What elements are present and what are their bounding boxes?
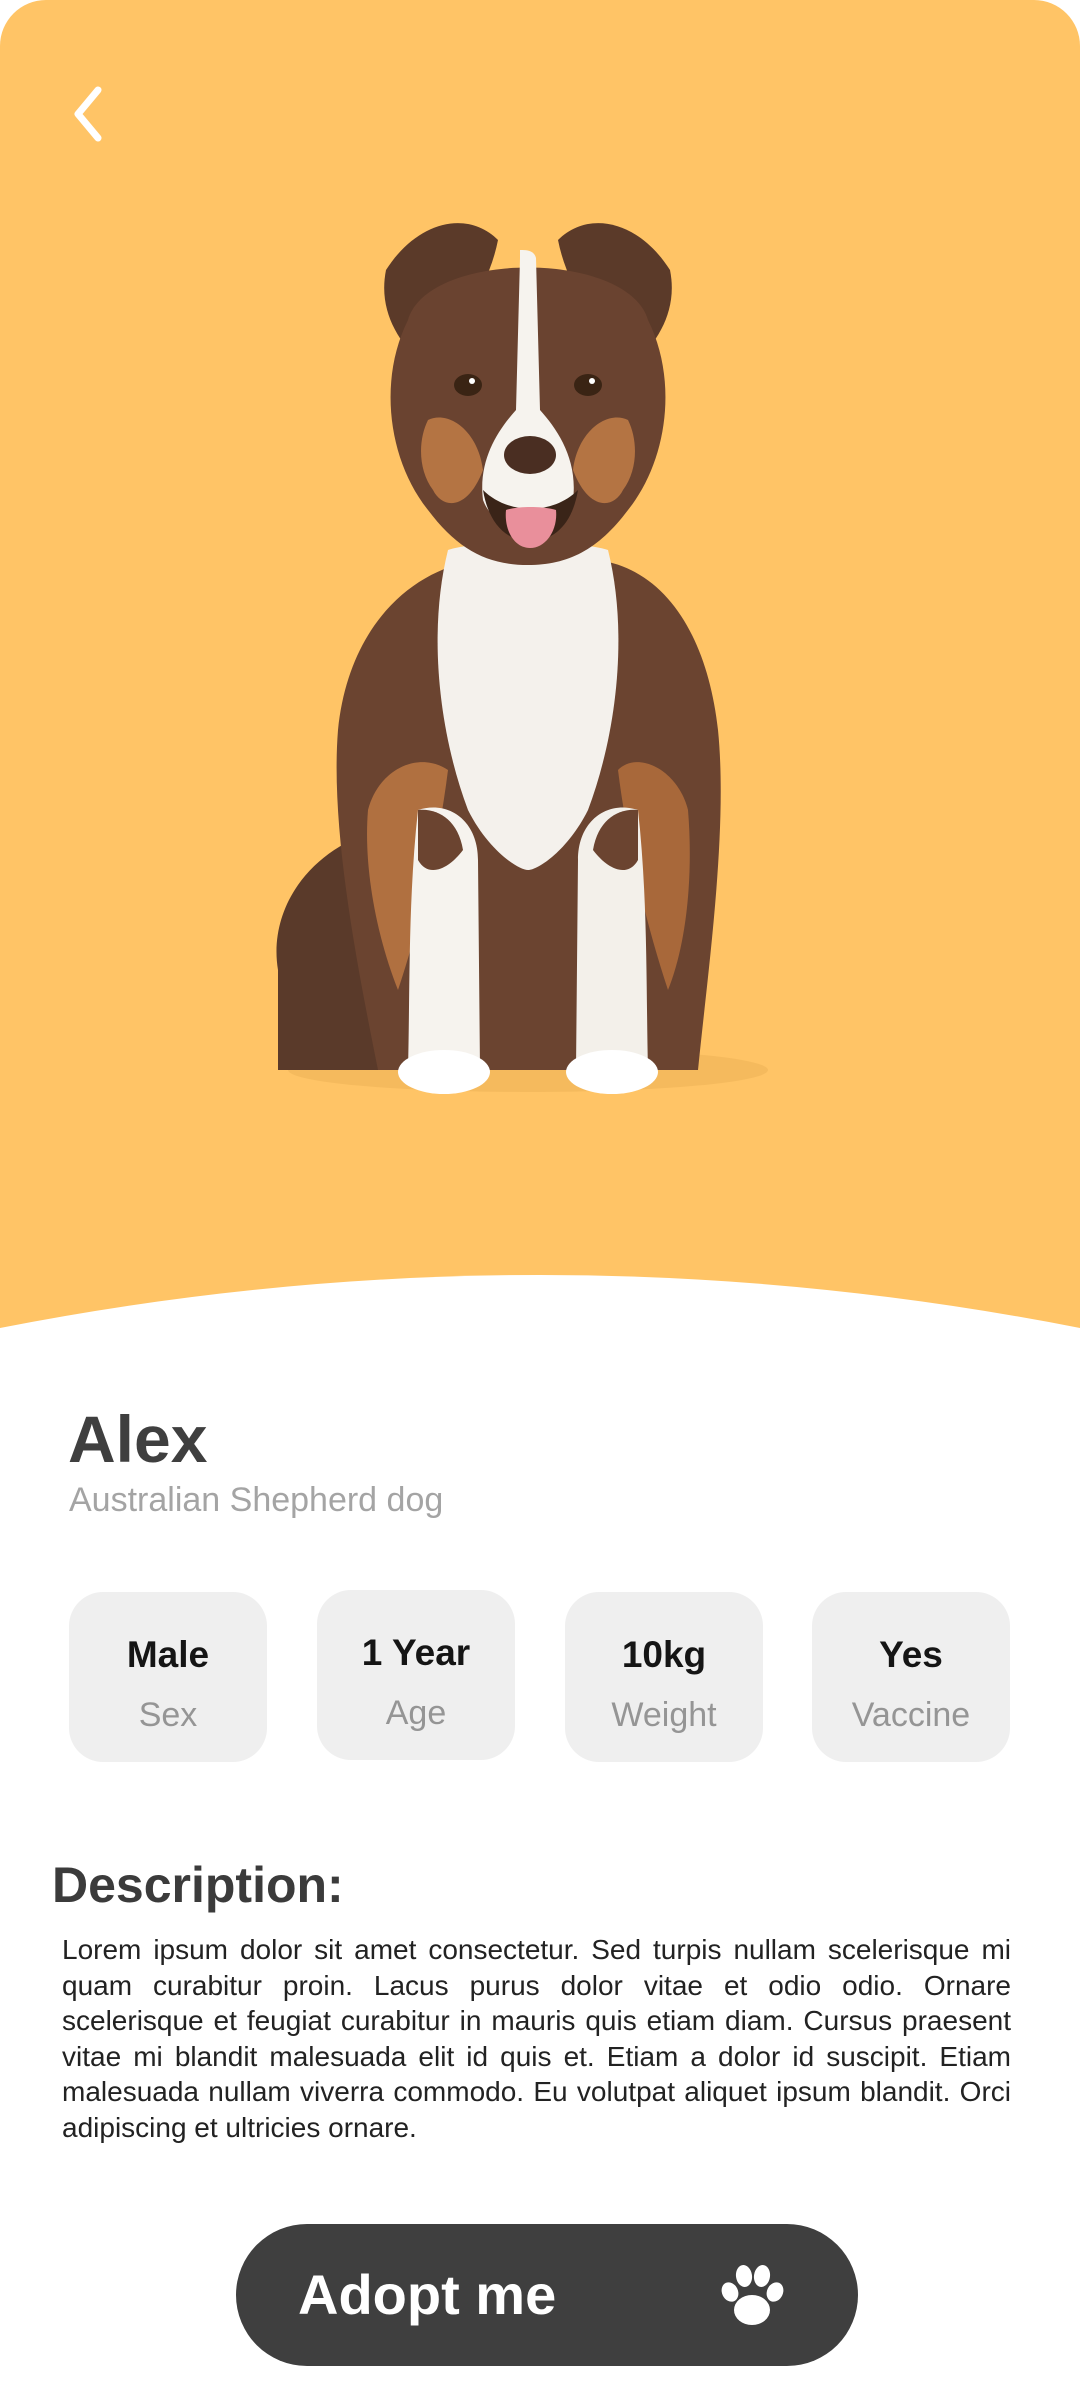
paw-icon: [714, 2258, 790, 2334]
hero-banner: [0, 0, 1080, 1400]
hero-wave-divider: [0, 1275, 1080, 1400]
adopt-me-label: Adopt me: [298, 2263, 557, 2326]
adopt-me-button[interactable]: Adopt me: [236, 2224, 858, 2366]
description-text: Lorem ipsum dolor sit amet consectetur. …: [62, 1934, 1011, 2143]
stat-label: Vaccine: [851, 1696, 971, 1734]
pet-stats: Male Sex 1 Year Age 10kg Weight Yes Vacc…: [0, 1590, 1080, 1766]
stat-value: Yes: [879, 1634, 943, 1675]
stat-label: Sex: [138, 1696, 198, 1734]
pet-photo: [268, 210, 788, 1130]
pet-name: Alex: [68, 1402, 208, 1476]
stat-card-vaccine: Yes Vaccine: [812, 1592, 1010, 1762]
stat-label: Age: [385, 1694, 447, 1732]
stat-value: Male: [126, 1634, 210, 1675]
stat-value: 1 Year: [361, 1632, 471, 1673]
pet-breed: Australian Shepherd dog: [69, 1481, 444, 1519]
chevron-left-icon: [74, 86, 102, 142]
description-title: Description:: [52, 1857, 344, 1913]
pet-detail-screen: Alex Australian Shepherd dog Male Sex 1 …: [0, 0, 1080, 2400]
back-button[interactable]: [56, 78, 120, 150]
stat-card-age: 1 Year Age: [317, 1590, 515, 1760]
stat-value: 10kg: [621, 1634, 707, 1675]
stat-card-sex: Male Sex: [69, 1592, 267, 1762]
stat-card-weight: 10kg Weight: [565, 1592, 763, 1762]
stat-label: Weight: [611, 1696, 717, 1734]
dog-illustration: [276, 223, 768, 1094]
